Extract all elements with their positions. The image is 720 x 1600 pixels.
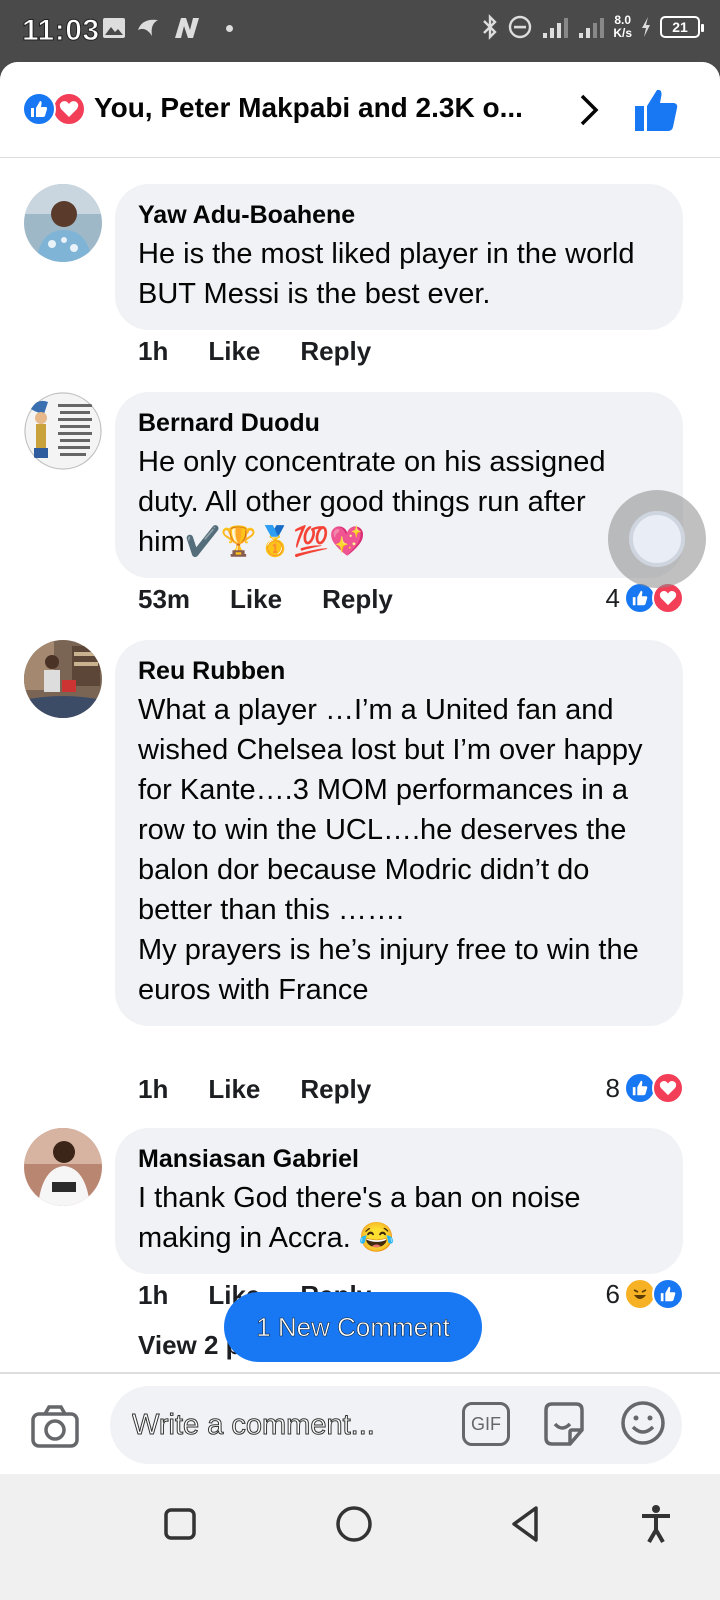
do-not-disturb-icon <box>509 15 532 39</box>
home-button-icon[interactable] <box>332 1502 376 1546</box>
like-button[interactable]: Like <box>230 584 282 615</box>
more-notifications-dot <box>226 24 233 32</box>
sticker-icon[interactable] <box>540 1400 588 1448</box>
comment-author[interactable]: Reu Rubben <box>138 656 661 686</box>
net-speed-unit: K/s <box>613 26 632 40</box>
comment-actions: 1h Like Reply <box>138 1074 371 1105</box>
reaction-count: 4 <box>605 582 620 613</box>
reaction-count: 8 <box>605 1072 620 1103</box>
comment-input[interactable] <box>132 1400 452 1450</box>
back-button-icon[interactable] <box>504 1502 548 1546</box>
signal-icon <box>543 18 569 38</box>
camera-icon[interactable] <box>30 1402 80 1452</box>
comment-time: 1h <box>138 1280 169 1310</box>
gallery-icon <box>103 18 125 38</box>
n-app-icon <box>175 18 199 38</box>
battery-indicator: 21 <box>660 16 704 38</box>
gif-button[interactable]: GIF <box>462 1402 510 1446</box>
comment-input-pill[interactable]: GIF <box>110 1386 682 1464</box>
charging-icon <box>642 17 650 37</box>
comment-author[interactable]: Bernard Duodu <box>138 408 661 438</box>
comment-bubble[interactable]: Reu Rubben What a player …I’m a United f… <box>115 640 683 1026</box>
love-icon <box>52 92 86 126</box>
floating-assist-inner <box>629 511 685 567</box>
reaction-count: 6 <box>605 1278 620 1309</box>
status-time: 11:03 <box>22 14 100 48</box>
comment-time: 1h <box>138 1074 169 1104</box>
chevron-right-icon[interactable] <box>574 90 604 130</box>
avatar[interactable] <box>24 1128 102 1206</box>
comment-author[interactable]: Yaw Adu-Boahene <box>138 200 661 230</box>
bluetooth-icon <box>483 14 498 40</box>
signal-4g-icon <box>579 18 605 38</box>
net-speed: 8.0 K/s <box>613 14 632 40</box>
comment-reactions[interactable]: 4 <box>606 582 684 614</box>
comment-author[interactable]: Mansiasan Gabriel <box>138 1144 661 1174</box>
emoji-icon[interactable] <box>620 1400 666 1446</box>
reactions-summary-text[interactable]: You, Peter Makpabi and 2.3K o... <box>94 92 523 124</box>
like-button[interactable]: Like <box>208 336 260 367</box>
comment-time: 1h <box>138 336 169 366</box>
comment-bubble[interactable]: Yaw Adu-Boahene He is the most liked pla… <box>115 184 683 330</box>
reaction-summary-icons <box>22 92 88 126</box>
battery-level: 21 <box>672 19 688 35</box>
love-icon <box>652 1072 684 1104</box>
avatar[interactable] <box>24 640 102 718</box>
comment-actions: 1h Like Reply <box>138 336 371 367</box>
status-bar: 11:03 8.0 K/s 21 <box>0 0 720 62</box>
comment-text: He is the most liked player in the world… <box>138 238 635 310</box>
recents-button-icon[interactable] <box>158 1502 202 1546</box>
like-icon <box>22 92 56 126</box>
new-comment-button[interactable]: 1 New Comment <box>224 1292 482 1362</box>
comment-time: 53m <box>138 584 191 614</box>
system-icons: 8.0 K/s 21 <box>481 14 704 40</box>
comment-text: I thank God there's a ban on noise makin… <box>138 1182 581 1254</box>
notification-icons <box>102 16 233 40</box>
reply-button[interactable]: Reply <box>300 336 371 367</box>
reactions-header[interactable]: You, Peter Makpabi and 2.3K o... <box>0 62 720 158</box>
like-icon <box>652 1278 684 1310</box>
system-nav-bar <box>0 1474 720 1600</box>
comments-sheet: You, Peter Makpabi and 2.3K o... Yaw Adu… <box>0 62 720 1474</box>
comment-actions: 53m Like Reply <box>138 584 393 615</box>
comment-composer: GIF <box>0 1372 720 1474</box>
accessibility-icon[interactable] <box>634 1502 678 1546</box>
avatar[interactable] <box>24 392 102 470</box>
comment-reactions[interactable]: 6 <box>606 1278 684 1310</box>
comment-bubble[interactable]: Bernard Duodu He only concentrate on his… <box>115 392 683 578</box>
thumbs-up-icon[interactable] <box>632 86 680 134</box>
like-button[interactable]: Like <box>208 1074 260 1105</box>
reply-button[interactable]: Reply <box>322 584 393 615</box>
comment-reactions[interactable]: 8 <box>606 1072 684 1104</box>
app-notification-icon <box>138 19 158 36</box>
comment-text: What a player …I’m a United fan and wish… <box>138 694 643 1006</box>
reply-button[interactable]: Reply <box>300 1074 371 1105</box>
comment-bubble[interactable]: Mansiasan Gabriel I thank God there's a … <box>115 1128 683 1274</box>
floating-assist-button[interactable] <box>608 490 706 588</box>
comment-text: He only concentrate on his assigned duty… <box>138 446 606 558</box>
avatar[interactable] <box>24 184 102 262</box>
